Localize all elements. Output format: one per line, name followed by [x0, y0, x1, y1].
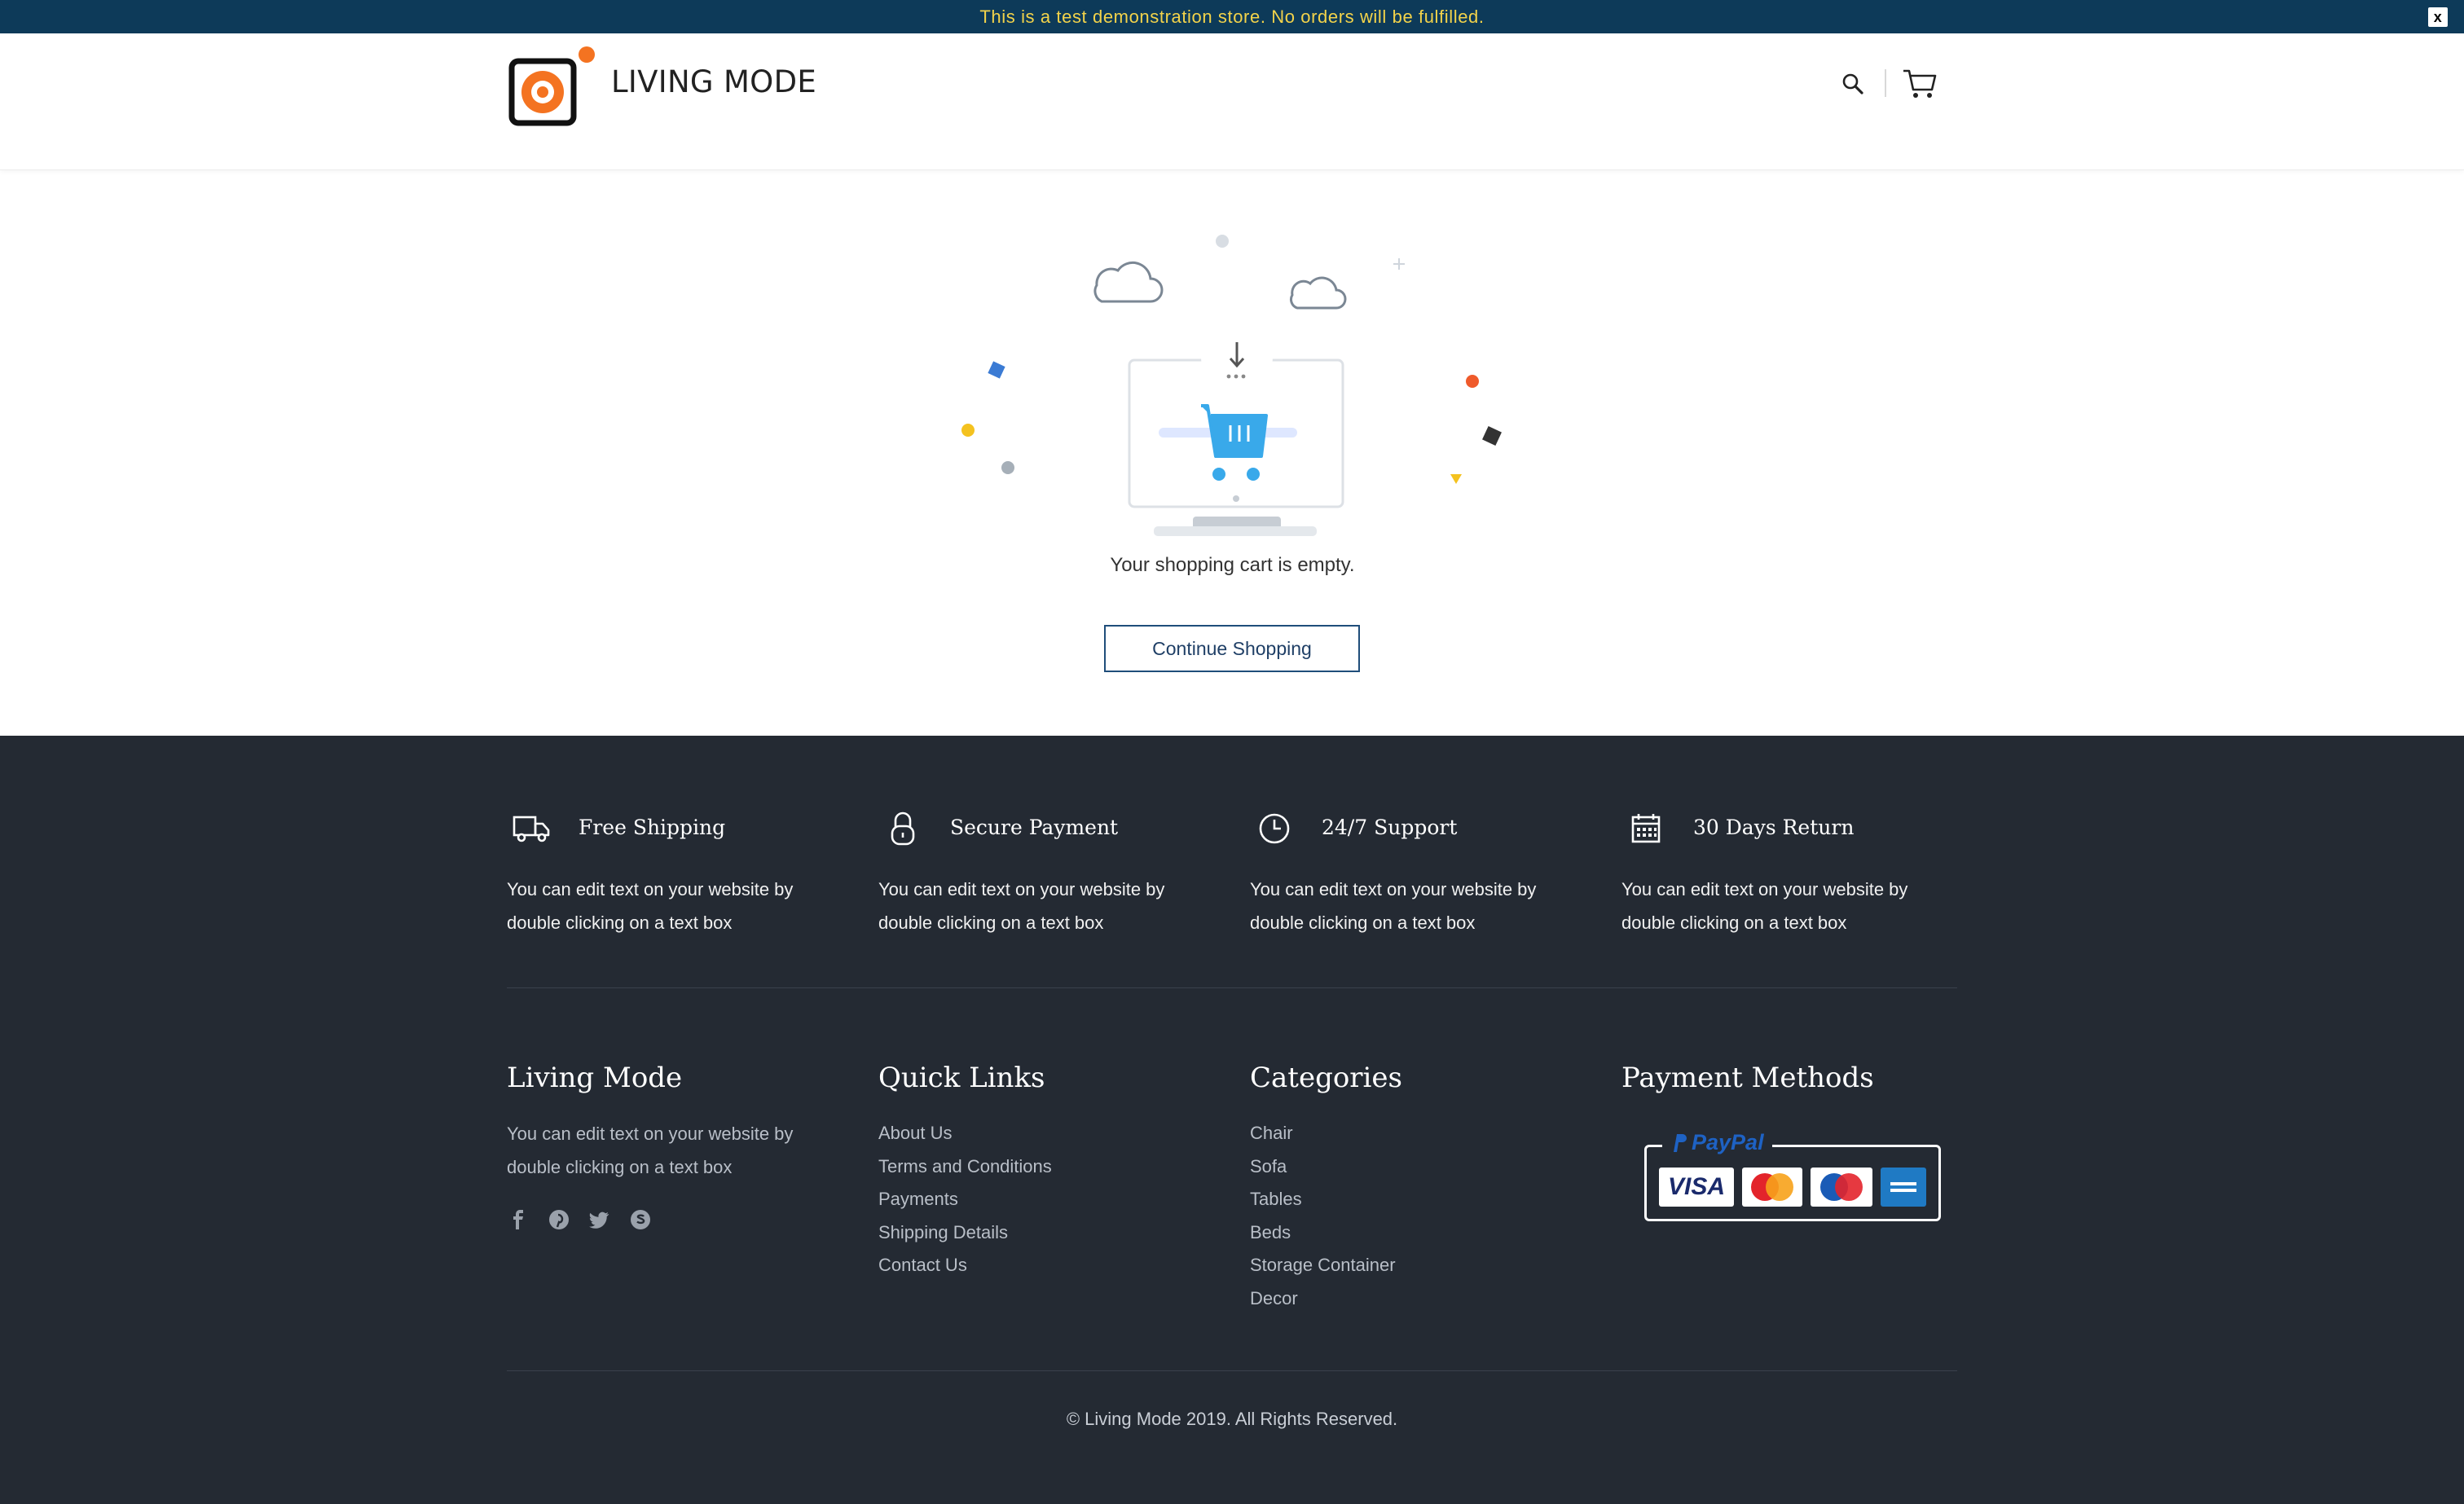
footer-divider: [507, 987, 1957, 988]
footer-categories-title: Categories: [1250, 1062, 1402, 1094]
mastercard-card: [1742, 1168, 1802, 1207]
paypal-icon: [1674, 1133, 1687, 1152]
cart-icon[interactable]: [1902, 68, 1938, 100]
category-link-chair[interactable]: Chair: [1250, 1117, 1592, 1150]
categories-list: Chair Sofa Tables Beds Storage Container…: [1250, 1117, 1592, 1315]
quick-links-list: About Us Terms and Conditions Payments S…: [878, 1117, 1221, 1282]
visa-card: VISA: [1659, 1168, 1734, 1207]
footer-payment: Payment Methods: [1621, 1062, 1964, 1117]
feature-title: Free Shipping: [579, 816, 726, 839]
truck-icon: [513, 816, 550, 842]
copyright-text: © Living Mode 2019. All Rights Reserved.: [1066, 1409, 1398, 1429]
site-footer: Free Shipping You can edit text on your …: [0, 736, 2464, 1504]
card-logos: VISA: [1659, 1168, 1926, 1207]
maestro-card: [1811, 1168, 1872, 1207]
paypal-logo: PayPal: [1662, 1130, 1772, 1155]
empty-cart-illustration: [961, 235, 1502, 536]
close-announcement-button[interactable]: x: [2428, 7, 2448, 27]
mastercard-logo: [1751, 1173, 1793, 1201]
facebook-icon[interactable]: [507, 1208, 530, 1231]
feature-title: 24/7 Support: [1322, 816, 1458, 839]
maestro-logo: [1820, 1173, 1863, 1201]
feature-text: You can edit text on your website by dou…: [878, 879, 1165, 933]
footer-bottom-divider: [507, 1370, 1957, 1371]
footer-categories: Categories Chair Sofa Tables Beds Storag…: [1250, 1062, 1592, 1315]
clock-icon: [1259, 813, 1290, 844]
social-links: [507, 1208, 849, 1231]
footer-about-title: Living Mode: [507, 1062, 683, 1094]
feature-text: You can edit text on your website by dou…: [1250, 879, 1537, 933]
category-link-decor[interactable]: Decor: [1250, 1282, 1592, 1316]
feature-text: You can edit text on your website by dou…: [1621, 879, 1908, 933]
category-link-beds[interactable]: Beds: [1250, 1216, 1592, 1250]
amex-card: [1881, 1168, 1926, 1207]
visa-label: VISA: [1667, 1173, 1726, 1200]
quick-link-payments[interactable]: Payments: [878, 1183, 1221, 1216]
announcement-bar: This is a test demonstration store. No o…: [0, 0, 2464, 33]
footer-quick-links-title: Quick Links: [878, 1062, 1045, 1094]
footer-payment-title: Payment Methods: [1621, 1062, 1874, 1094]
lock-icon: [891, 811, 915, 846]
brand-name[interactable]: LIVING MODE: [611, 64, 816, 99]
announcement-text: This is a test demonstration store. No o…: [979, 6, 1485, 27]
header-divider: [1885, 69, 1886, 97]
quick-link-terms[interactable]: Terms and Conditions: [878, 1150, 1221, 1184]
camera-lens-logo[interactable]: [507, 43, 596, 133]
feature-text: You can edit text on your website by dou…: [507, 879, 794, 933]
amex-logo: [1887, 1172, 1920, 1202]
quick-link-about-us[interactable]: About Us: [878, 1117, 1221, 1150]
paypal-label: PayPal: [1692, 1130, 1764, 1154]
twitter-icon[interactable]: [588, 1208, 611, 1231]
site-header: LIVING MODE: [0, 33, 2464, 170]
footer-about: Living Mode You can edit text on your we…: [507, 1062, 849, 1231]
category-link-sofa[interactable]: Sofa: [1250, 1150, 1592, 1184]
empty-cart-message: Your shopping cart is empty.: [1110, 554, 1355, 576]
search-icon[interactable]: [1838, 69, 1868, 99]
quick-link-contact[interactable]: Contact Us: [878, 1249, 1221, 1282]
category-link-storage[interactable]: Storage Container: [1250, 1249, 1592, 1282]
continue-shopping-button[interactable]: Continue Shopping: [1104, 625, 1360, 672]
quick-link-shipping[interactable]: Shipping Details: [878, 1216, 1221, 1250]
category-link-tables[interactable]: Tables: [1250, 1183, 1592, 1216]
feature-title: Secure Payment: [950, 816, 1119, 839]
footer-about-text: You can edit text on your website by dou…: [507, 1124, 794, 1177]
close-icon: x: [2433, 8, 2443, 25]
feature-title: 30 Days Return: [1693, 816, 1855, 839]
pinterest-icon[interactable]: [548, 1208, 570, 1231]
footer-quick-links: Quick Links About Us Terms and Condition…: [878, 1062, 1221, 1282]
calendar-icon: [1631, 814, 1661, 843]
skype-icon[interactable]: [629, 1208, 652, 1231]
